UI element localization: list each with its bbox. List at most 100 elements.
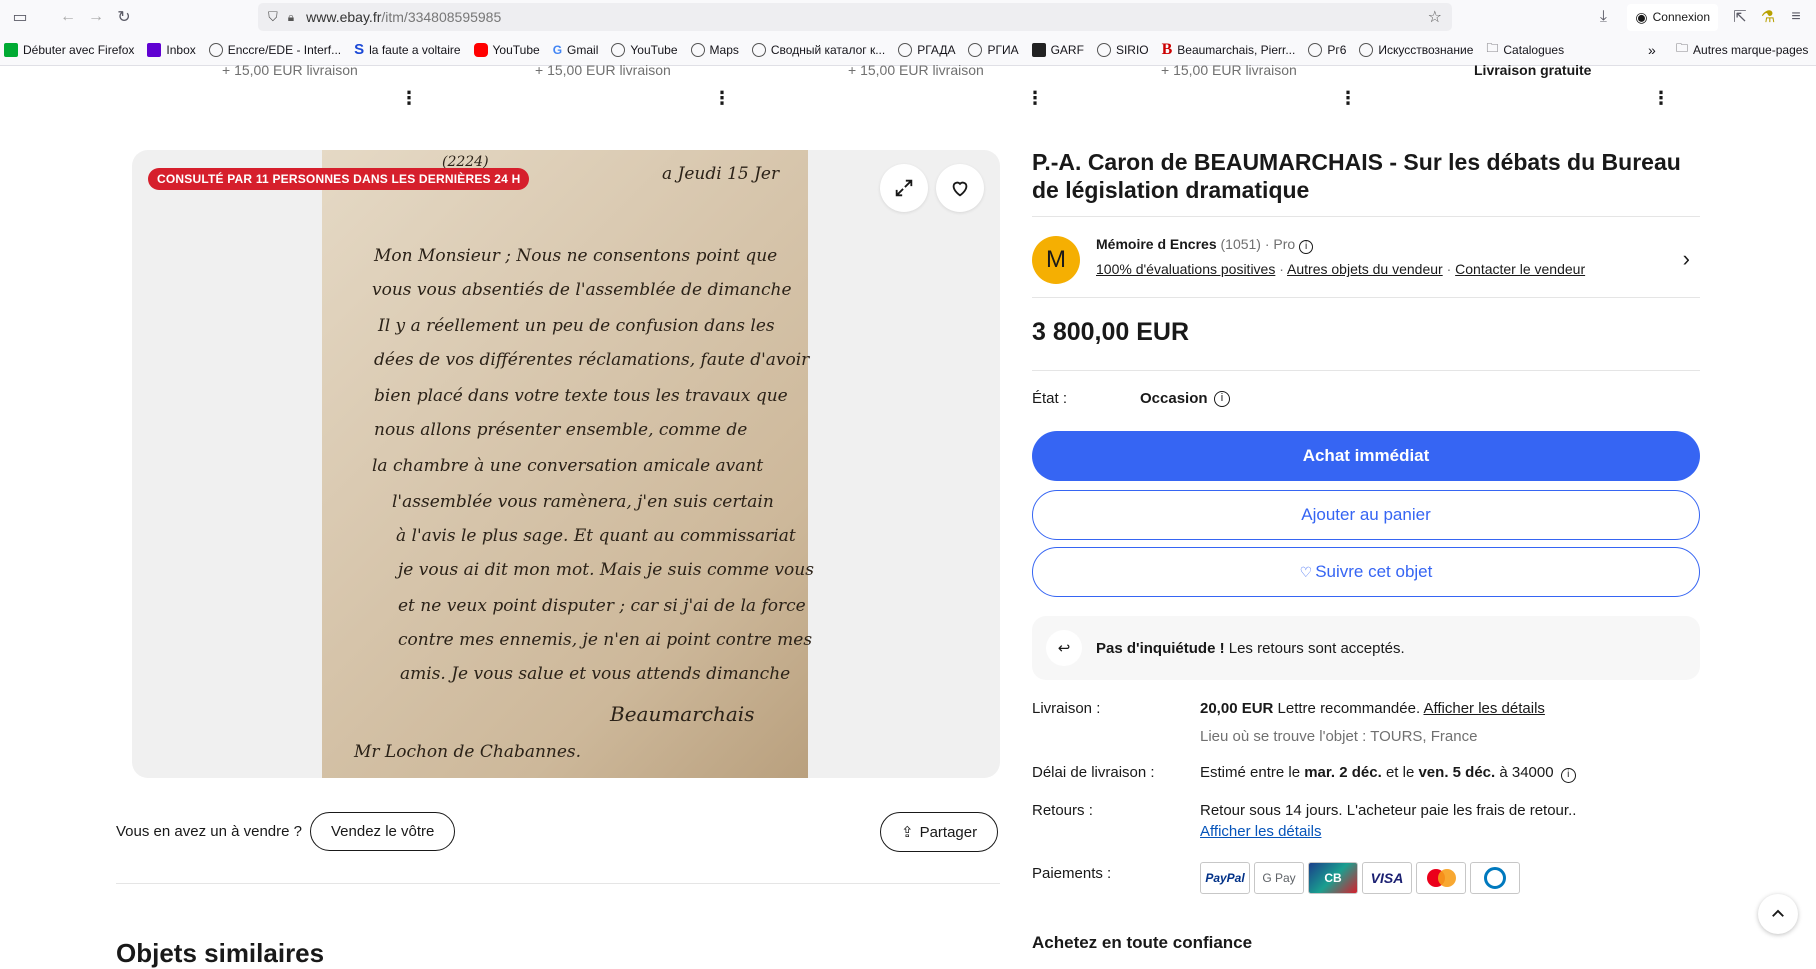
manuscript-letter-image[interactable]: (2224) a Jeudi 15 Jer Mon Monsieur ; Nou… [322, 150, 814, 778]
more-options-icon[interactable]: ⋮ [713, 88, 731, 109]
scroll-to-top-button[interactable] [1758, 894, 1798, 934]
sell-question: Vous en avez un à vendre ? [116, 823, 302, 840]
share-button[interactable]: ⇪ Partager [880, 812, 999, 852]
bookmark-item[interactable]: SIRIO [1096, 42, 1149, 57]
sell-row: Vous en avez un à vendre ? Vendez le vôt… [116, 812, 456, 851]
contact-seller-link[interactable]: Contacter le vendeur [1455, 261, 1585, 277]
shipping-details-link[interactable]: Afficher les détails [1423, 700, 1544, 717]
mastercard-icon [1416, 862, 1466, 894]
chevron-up-icon [1772, 909, 1784, 917]
lock-icon[interactable]: 🔒︎ [288, 10, 294, 25]
flask-icon[interactable]: ⚗ [1754, 3, 1782, 31]
divider [1032, 370, 1700, 371]
positive-feedback-link[interactable]: 100% d'évaluations positives [1096, 261, 1275, 277]
item-title: P.-A. Caron de BEAUMARCHAIS - Sur les dé… [1032, 149, 1681, 203]
bookmark-item[interactable]: Sla faute a voltaire [354, 41, 460, 58]
carousel-shipping-4: + 15,00 EUR livraison [1161, 62, 1297, 78]
add-to-cart-button[interactable]: Ajouter au panier [1032, 490, 1700, 540]
info-icon[interactable]: i [1214, 391, 1230, 407]
menu-icon[interactable]: ≡ [1782, 3, 1810, 31]
bookmark-item[interactable]: РГАДА [898, 42, 955, 57]
letter-line: à l'avis le plus sage. Et quant au commi… [396, 526, 796, 546]
sell-yours-button[interactable]: Vendez le vôtre [309, 812, 456, 851]
folder-icon: 🗀 [1486, 41, 1499, 55]
bookmark-item[interactable]: G Gmail [553, 43, 599, 57]
return-arrow-icon: ↩ [1046, 630, 1082, 666]
seller-card[interactable]: M Mémoire d Encres (1051) · Pro i 100% d… [1032, 232, 1700, 292]
reload-icon[interactable]: ↻ [110, 3, 138, 31]
sidebar-toggle-icon[interactable]: ▭ [6, 3, 34, 31]
image-gallery[interactable]: (2224) a Jeudi 15 Jer Mon Monsieur ; Nou… [132, 150, 1000, 778]
payments-label: Paiements : [1032, 865, 1112, 882]
back-icon[interactable]: ← [54, 3, 82, 31]
more-bookmarks-icon[interactable]: » [1648, 42, 1656, 58]
item-price: 3 800,00 EUR [1032, 318, 1190, 346]
forward-icon[interactable]: → [82, 3, 110, 31]
url-domain: www.ebay.fr [306, 9, 382, 25]
returns-details-link[interactable]: Afficher les détails [1200, 823, 1321, 840]
gpay-icon: G Pay [1254, 862, 1304, 894]
letter-line: vous vous absentiés de l'assemblée de di… [372, 280, 792, 300]
bookmark-item[interactable]: Сводный каталог к... [751, 42, 885, 57]
account-label: Connexion [1652, 10, 1710, 24]
similar-items-heading: Objets similaires [116, 938, 325, 968]
buy-now-button[interactable]: Achat immédiat [1032, 431, 1700, 481]
bookmark-item[interactable]: Рг6 [1308, 42, 1346, 57]
letter-line: nous allons présenter ensemble, comme de [374, 420, 748, 440]
chevron-right-icon[interactable]: › [1683, 246, 1690, 272]
more-options-icon[interactable]: ⋮ [400, 88, 418, 109]
buy-with-confidence-heading: Achetez en toute confiance [1032, 933, 1253, 952]
info-icon[interactable]: i [1299, 240, 1314, 254]
bookmark-item[interactable]: Enccre/EDE - Interf... [208, 42, 341, 57]
other-bookmarks-folder[interactable]: 🗀 Autres marque-pages [1676, 39, 1808, 60]
bookmark-item[interactable]: РГИА [968, 42, 1019, 57]
returns-details-link-wrap: Afficher les détails [1200, 823, 1321, 840]
visa-icon: VISA [1362, 862, 1412, 894]
returns-text: Les retours sont acceptés. [1224, 639, 1405, 657]
expand-icon [895, 179, 913, 197]
bookmark-item[interactable]: GARF [1031, 42, 1084, 57]
bookmark-item[interactable]: Inbox [147, 42, 196, 57]
info-icon[interactable]: i [1560, 768, 1576, 783]
bookmark-item[interactable]: B Beaumarchais, Pierr... [1162, 41, 1296, 59]
seller-name-row: Mémoire d Encres (1051) · Pro i [1096, 236, 1314, 254]
returns-value: Retour sous 14 jours. L'acheteur paie le… [1200, 802, 1577, 819]
folder-icon: 🗀 [1676, 41, 1689, 55]
bookmark-item[interactable]: YouTube [473, 42, 540, 57]
item-location: Lieu où se trouve l'objet : TOURS, Franc… [1200, 728, 1478, 745]
letter-line: Mon Monsieur ; Nous ne consentons point … [374, 246, 778, 266]
url-path: /itm/334808595985 [381, 9, 502, 25]
extensions-icon[interactable]: ⇱ [1726, 3, 1754, 31]
carousel-shipping-5: Livraison gratuite [1474, 62, 1592, 78]
shipping-price: 20,00 EUR [1200, 700, 1274, 717]
seller-links: 100% d'évaluations positives · Autres ob… [1096, 261, 1585, 277]
more-options-icon[interactable]: ⋮ [1339, 88, 1357, 109]
watch-heart-button[interactable] [936, 164, 984, 212]
address-bar[interactable]: ⛉ 🔒︎ www.ebay.fr/itm/334808595985 ☆ [258, 3, 1452, 31]
account-button[interactable]: ◉ Connexion [1627, 3, 1718, 31]
bookmark-star-icon[interactable]: ☆ [1428, 7, 1442, 27]
account-icon: ◉ [1635, 8, 1648, 25]
more-options-icon[interactable]: ⋮ [1026, 88, 1044, 109]
bookmark-item[interactable]: YouTube [611, 42, 678, 57]
cb-icon: CB [1308, 862, 1358, 894]
shipping-value: 20,00 EUR Lettre recommandée. Afficher l… [1200, 700, 1545, 717]
seller-name[interactable]: Mémoire d Encres [1096, 236, 1217, 252]
paypal-icon: PayPal [1200, 862, 1250, 894]
separator: · [1446, 261, 1452, 277]
returns-bold: Pas d'inquiétude ! [1096, 639, 1225, 657]
bookmark-item[interactable]: Débuter avec Firefox [4, 42, 134, 57]
divider [116, 883, 1000, 884]
returns-label: Retours : [1032, 802, 1093, 819]
bookmark-item[interactable]: Maps [690, 42, 739, 57]
heart-icon: ♡ [1299, 563, 1313, 580]
download-icon[interactable]: ⤓ [1589, 3, 1617, 31]
seller-avatar[interactable]: M [1032, 236, 1080, 284]
bookmark-folder[interactable]: 🗀 Catalogues [1486, 39, 1564, 60]
expand-button[interactable] [880, 164, 928, 212]
shield-icon[interactable]: ⛉ [268, 9, 278, 25]
bookmark-item[interactable]: Искусствознание [1359, 42, 1473, 57]
other-items-link[interactable]: Autres objets du vendeur [1287, 261, 1443, 277]
more-options-icon[interactable]: ⋮ [1652, 88, 1670, 109]
watch-item-button[interactable]: ♡ Suivre cet objet [1032, 547, 1700, 597]
